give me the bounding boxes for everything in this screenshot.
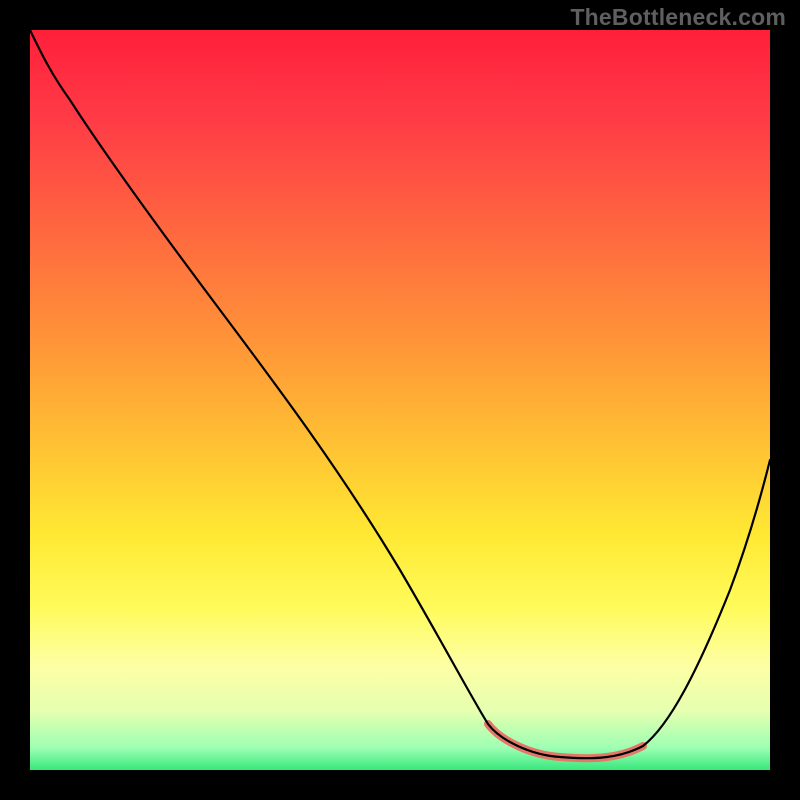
bottleneck-curve — [30, 30, 770, 758]
highlight-segment — [488, 724, 643, 758]
chart-frame: TheBottleneck.com — [0, 0, 800, 800]
curve-svg — [30, 30, 770, 770]
plot-area — [30, 30, 770, 770]
watermark-text: TheBottleneck.com — [570, 4, 786, 31]
